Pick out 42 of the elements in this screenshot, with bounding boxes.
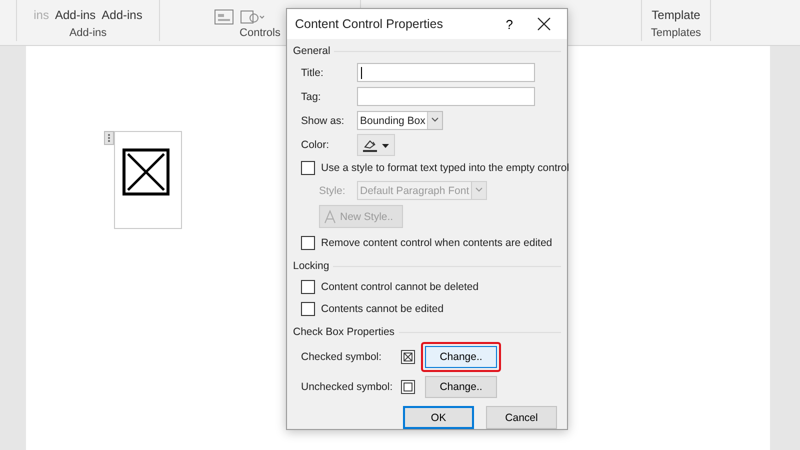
group-label: Controls [240,27,280,39]
field-label: Tag: [301,90,322,102]
field-label: Show as: [301,114,346,126]
field-label: Style: [319,184,346,196]
field-label: Unchecked symbol: [301,381,394,393]
checkbox[interactable] [301,236,315,250]
group-label: Add-ins [69,27,107,39]
ribbon-button[interactable]: Template [652,8,700,22]
dialog-button[interactable]: Cancel [486,406,557,429]
checked-box-icon[interactable] [122,148,170,196]
checkbox-label: Use a style to format text typed into the empty control [321,162,570,174]
input-field[interactable] [357,63,535,82]
section-heading: General [293,45,330,57]
chevron-down-icon [471,182,486,199]
checkbox-label: Remove content control when contents are edited [321,237,552,249]
letter-a-icon [324,210,338,224]
chevron-down-icon [427,112,442,129]
checkbox-label: Content control cannot be deleted [321,281,479,293]
dialog-button[interactable]: OK [403,406,474,429]
ribbon-button[interactable]: Add-ins [102,8,142,22]
field-label: Checked symbol: [301,351,383,363]
checkbox-label: Contents cannot be edited [321,303,444,315]
input-field[interactable] [357,87,535,106]
field-label: Title: [301,66,324,78]
form-icon[interactable] [214,9,234,25]
section-heading: Locking [293,260,330,272]
drag-handle-icon[interactable] [104,131,114,145]
checkbox[interactable] [301,161,315,175]
dropdown[interactable]: Bounding Box [357,111,444,130]
change-button[interactable]: Change.. [425,376,497,398]
close-icon[interactable] [537,17,551,31]
section-heading: Check Box Properties [293,326,395,338]
checkbox[interactable] [301,280,315,294]
field-label: Color: [301,138,330,150]
dialog-title: Content Control Properties [295,17,444,31]
group-label: Templates [650,27,702,39]
ribbon-button[interactable]: Add-ins [54,8,96,22]
checkbox[interactable] [301,302,315,316]
tools-icon[interactable] [240,9,266,25]
help-button[interactable]: ? [500,16,519,32]
color-picker-button[interactable] [357,134,395,156]
change-button[interactable]: Change.. [425,346,497,368]
